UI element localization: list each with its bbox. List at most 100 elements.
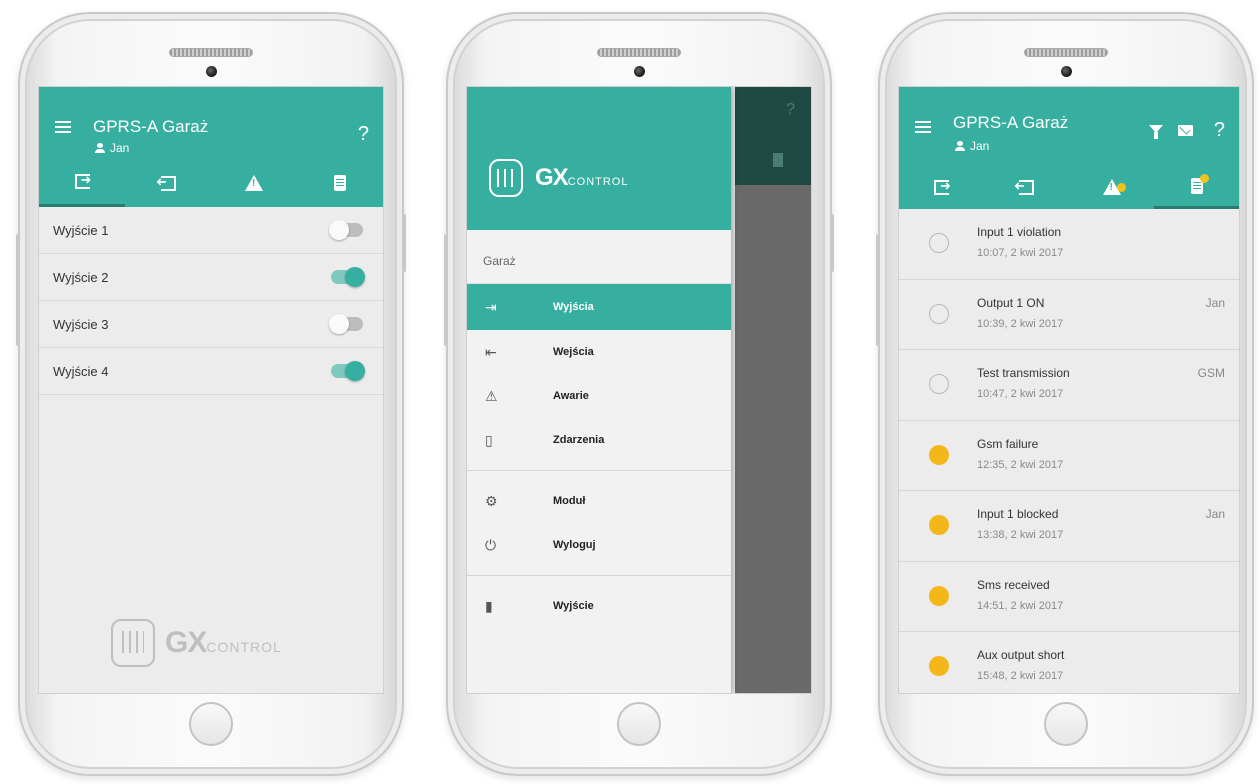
side-button bbox=[402, 214, 406, 272]
home-button bbox=[617, 702, 661, 746]
app-title: GPRS-A Garaż bbox=[953, 113, 1069, 132]
filter-icon[interactable] bbox=[1149, 125, 1163, 139]
camera bbox=[206, 66, 217, 77]
event-time: 13:38, 2 kwi 2017 bbox=[977, 529, 1064, 541]
output-toggle[interactable] bbox=[331, 361, 365, 381]
screen: GPRS-A Garaż Jan ? ➜ ➜ ! Input 1 violati… bbox=[898, 86, 1240, 694]
camera bbox=[1061, 66, 1072, 77]
user-icon bbox=[955, 141, 965, 151]
user-icon bbox=[95, 143, 105, 153]
list-item[interactable]: Aux output short 15:48, 2 kwi 2017 bbox=[899, 632, 1239, 693]
drawer-item-exit[interactable]: ▮ Wyjście bbox=[467, 584, 731, 628]
divider bbox=[467, 470, 731, 471]
menu-icon[interactable] bbox=[915, 121, 931, 133]
side-button bbox=[876, 234, 880, 346]
help-icon: ? bbox=[786, 101, 795, 118]
status-icon bbox=[929, 444, 949, 465]
drawer-item-events[interactable]: ▯ Zdarzenia bbox=[467, 418, 731, 462]
drawer-header: GXCONTROL bbox=[467, 87, 731, 230]
event-title: Test transmission bbox=[977, 366, 1070, 380]
drawer-item-label: Moduł bbox=[553, 495, 586, 507]
list-item[interactable]: Input 1 blocked 13:38, 2 kwi 2017 Jan bbox=[899, 491, 1239, 562]
drawer-item-logout[interactable]: ⏻ Wyloguj bbox=[467, 523, 731, 567]
status-icon bbox=[929, 374, 949, 394]
tab-events[interactable] bbox=[1154, 165, 1239, 209]
event-title: Input 1 violation bbox=[977, 225, 1062, 239]
drawer-item-inputs[interactable]: ⇤ Wejścia bbox=[467, 330, 731, 374]
event-time: 12:35, 2 kwi 2017 bbox=[977, 458, 1064, 471]
phone-outputs: GPRS-A Garaż Jan ? Wyjście 1 bbox=[16, 12, 406, 776]
app-user: Jan bbox=[955, 139, 989, 153]
app-bar: GPRS-A Garaż Jan ? bbox=[39, 87, 383, 207]
mail-icon[interactable] bbox=[1178, 125, 1193, 136]
drawer-scrim[interactable]: ? bbox=[735, 87, 811, 693]
list-item[interactable]: Output 1 ON 10:39, 2 kwi 2017 Jan bbox=[899, 280, 1239, 350]
logo-control: CONTROL bbox=[206, 639, 282, 655]
speaker bbox=[597, 48, 681, 57]
drawer-item-label: Wyjście bbox=[553, 600, 594, 612]
tab-failures[interactable] bbox=[211, 159, 297, 207]
list-item[interactable]: Test transmission 10:47, 2 kwi 2017 GSM bbox=[899, 350, 1239, 421]
screen: GPRS-A Garaż Jan ? Wyjście 1 bbox=[38, 86, 384, 694]
tab-bar bbox=[39, 159, 383, 207]
home-button bbox=[1044, 702, 1088, 746]
entry-icon bbox=[1019, 179, 1034, 195]
drawer-item-label: Awarie bbox=[553, 390, 589, 402]
screen: ? GXCONTROL Garaż ⇥ Wyjścia ⇤ Wejścia ⚠ … bbox=[466, 86, 812, 694]
list-item[interactable]: Sms received 14:51, 2 kwi 2017 bbox=[899, 562, 1239, 632]
drawer-item-module[interactable]: ⚙ Moduł bbox=[467, 479, 731, 523]
drawer-item-outputs[interactable]: ⇥ Wyjścia bbox=[467, 284, 731, 330]
list-item: Wyjście 4 bbox=[39, 348, 383, 395]
list-item: Wyjście 2 bbox=[39, 254, 383, 301]
event-time: 15:48, 2 kwi 2017 bbox=[977, 670, 1064, 682]
phone-drawer: ? GXCONTROL Garaż ⇥ Wyjścia ⇤ Wejścia ⚠ … bbox=[444, 12, 834, 776]
speaker bbox=[169, 48, 253, 57]
module-icon: ⚙ bbox=[485, 492, 498, 509]
status-icon bbox=[929, 515, 949, 535]
log-icon: ▯ bbox=[485, 431, 493, 448]
navigation-drawer: GXCONTROL Garaż ⇥ Wyjścia ⇤ Wejścia ⚠ Aw… bbox=[467, 87, 731, 693]
list-item: Wyjście 3 bbox=[39, 301, 383, 348]
tab-inputs[interactable] bbox=[984, 165, 1069, 209]
event-title: Output 1 ON bbox=[977, 295, 1045, 310]
user-name: Jan bbox=[110, 141, 130, 155]
app-bar: GPRS-A Garaż Jan ? bbox=[899, 87, 1239, 209]
list-item[interactable]: Gsm failure 12:35, 2 kwi 2017 bbox=[899, 421, 1239, 491]
output-toggle[interactable] bbox=[329, 314, 363, 334]
entry-icon bbox=[160, 175, 176, 191]
log-icon bbox=[334, 175, 346, 191]
list-item[interactable]: Input 1 violation 10:07, 2 kwi 2017 bbox=[899, 209, 1239, 280]
event-source: Jan bbox=[1205, 507, 1225, 521]
output-toggle[interactable] bbox=[331, 267, 365, 287]
drawer-section-title: Garaż bbox=[467, 230, 731, 284]
help-icon[interactable]: ? bbox=[1214, 119, 1225, 142]
side-button bbox=[830, 214, 834, 272]
event-source: GSM bbox=[1197, 366, 1225, 380]
menu-icon[interactable] bbox=[55, 121, 71, 133]
side-button bbox=[444, 234, 448, 346]
side-button bbox=[16, 234, 20, 346]
event-title: Sms received bbox=[977, 577, 1050, 592]
drawer-item-failures[interactable]: ⚠ Awarie bbox=[467, 374, 731, 418]
app-title: GPRS-A Garaż bbox=[93, 117, 209, 136]
tab-events[interactable] bbox=[297, 159, 383, 207]
drawer-item-label: Wejścia bbox=[553, 346, 594, 358]
tab-outputs[interactable] bbox=[39, 159, 125, 207]
drawer-item-label: Zdarzenia bbox=[553, 434, 605, 446]
event-time: 10:39, 2 kwi 2017 bbox=[977, 317, 1064, 330]
home-button bbox=[189, 702, 233, 746]
power-icon: ⏻ bbox=[485, 536, 497, 553]
tab-bar bbox=[899, 165, 1239, 209]
output-label: Wyjście 2 bbox=[53, 269, 109, 285]
help-icon[interactable]: ? bbox=[358, 123, 369, 146]
output-toggle[interactable] bbox=[329, 220, 363, 240]
event-time: 10:47, 2 kwi 2017 bbox=[977, 388, 1064, 400]
event-time: 14:51, 2 kwi 2017 bbox=[977, 599, 1064, 612]
logo-gx: GX bbox=[535, 164, 569, 191]
exit-icon bbox=[934, 178, 951, 195]
logo-control: CONTROL bbox=[567, 176, 629, 188]
tab-failures[interactable] bbox=[1069, 165, 1154, 209]
tab-inputs[interactable] bbox=[125, 159, 211, 207]
event-title: Input 1 blocked bbox=[977, 507, 1059, 521]
tab-outputs[interactable] bbox=[899, 165, 984, 209]
